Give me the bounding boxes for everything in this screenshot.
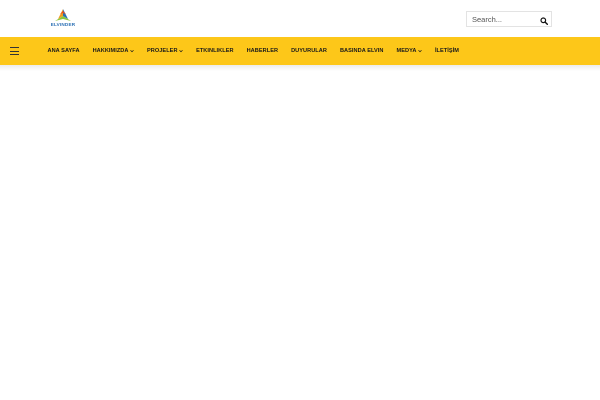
site-logo[interactable]: ELVINDER bbox=[50, 9, 76, 29]
search-input[interactable] bbox=[467, 12, 535, 26]
nav-menu: ANA SAYFA HAKKIMIZDA PROJELER ETKINLIKLE… bbox=[41, 37, 465, 65]
nav-item-label: PROJELER bbox=[147, 48, 178, 54]
nav-item-ana-sayfa[interactable]: ANA SAYFA bbox=[41, 37, 86, 65]
chevron-down-icon bbox=[179, 49, 183, 53]
nav-item-hakkimizda[interactable]: HAKKIMIZDA bbox=[86, 37, 140, 65]
chevron-down-icon bbox=[418, 49, 422, 53]
nav-item-label: ANA SAYFA bbox=[47, 48, 80, 54]
header-top: ELVINDER bbox=[0, 0, 600, 37]
search-box bbox=[466, 11, 552, 27]
nav-item-label: HAKKIMIZDA bbox=[92, 48, 129, 54]
hamburger-icon[interactable] bbox=[10, 47, 19, 55]
triangle-logo-icon bbox=[55, 9, 71, 21]
chevron-down-icon bbox=[130, 49, 134, 53]
nav-item-label: MEDYA bbox=[396, 48, 417, 54]
logo-text: ELVINDER bbox=[50, 22, 76, 27]
nav-item-duyurular[interactable]: DUYURULAR bbox=[285, 37, 334, 65]
nav-item-label: BASINDA ELVIN bbox=[339, 48, 384, 54]
main-navbar: ANA SAYFA HAKKIMIZDA PROJELER ETKINLIKLE… bbox=[0, 37, 600, 65]
nav-item-label: HABERLER bbox=[246, 48, 279, 54]
search-icon bbox=[540, 16, 548, 25]
nav-item-medya[interactable]: MEDYA bbox=[390, 37, 428, 65]
nav-item-basinda-elvin[interactable]: BASINDA ELVIN bbox=[333, 37, 390, 65]
nav-item-haberler[interactable]: HABERLER bbox=[240, 37, 284, 65]
nav-item-label: İLETİŞİM bbox=[434, 48, 459, 54]
navbar-shadow bbox=[0, 65, 600, 71]
nav-item-label: DUYURULAR bbox=[291, 48, 327, 54]
nav-item-etkinlikler[interactable]: ETKINLIKLER bbox=[190, 37, 241, 65]
search-button[interactable] bbox=[536, 12, 552, 26]
nav-item-projeler[interactable]: PROJELER bbox=[141, 37, 190, 65]
nav-item-iletisim[interactable]: İLETİŞİM bbox=[428, 37, 465, 65]
nav-item-label: ETKINLIKLER bbox=[196, 48, 234, 54]
